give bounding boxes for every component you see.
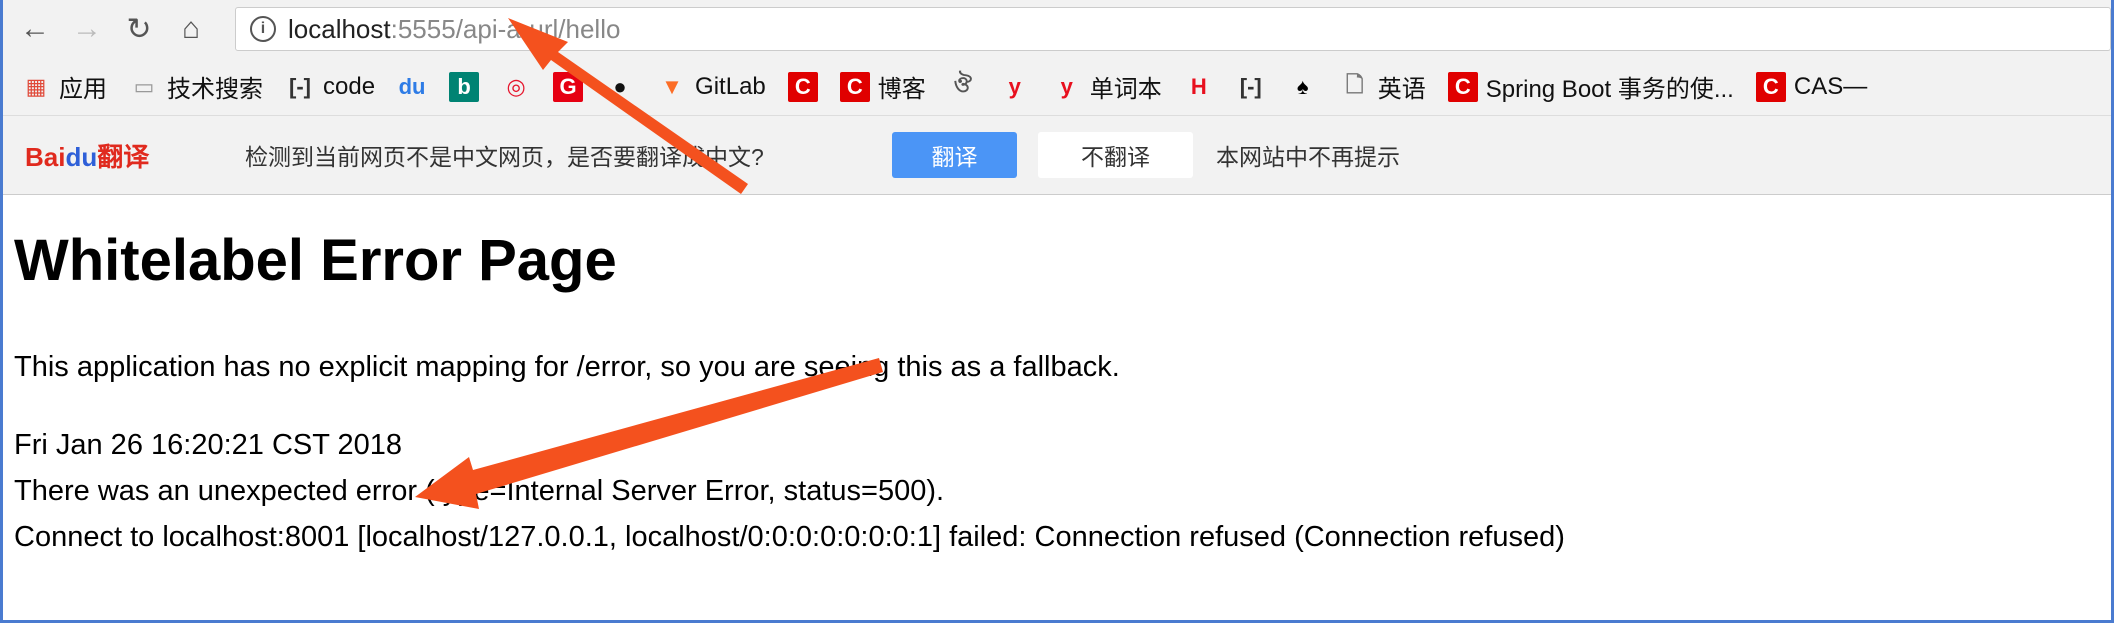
- bookmark-favicon-icon: du: [398, 73, 426, 99]
- never-prompt-link[interactable]: 本网站中不再提示: [1216, 138, 1400, 172]
- forward-icon[interactable]: →: [65, 7, 109, 51]
- bookmark-item[interactable]: ▼ GitLab: [657, 72, 766, 102]
- translate-button[interactable]: 翻译: [892, 132, 1017, 178]
- page-content: Whitelabel Error Page This application h…: [3, 195, 2111, 570]
- bookmark-item[interactable]: ▦ 应用: [21, 69, 107, 104]
- bookmark-favicon-icon: 🗋: [1345, 71, 1364, 97]
- bookmark-favicon-icon: b: [449, 71, 480, 102]
- bookmark-favicon-icon: y: [1008, 73, 1021, 99]
- address-bar[interactable]: i localhost:5555/api-a-url/hello: [235, 7, 2111, 51]
- bookmark-favicon-icon: [-]: [289, 73, 311, 99]
- bookmark-label: CAS—: [1793, 72, 1868, 100]
- bookmark-favicon-icon: ♠: [1296, 73, 1309, 99]
- home-icon[interactable]: ⌂: [169, 7, 213, 51]
- bookmark-label: 应用: [59, 76, 107, 103]
- bookmark-item[interactable]: H: [1184, 72, 1214, 102]
- bookmark-item[interactable]: b: [449, 71, 480, 102]
- baidu-translate-bar: Baidu翻译 检测到当前网页不是中文网页，是否要翻译成中文? 翻译 不翻译 本…: [3, 116, 2111, 195]
- bookmark-item[interactable]: ♠: [1288, 72, 1318, 102]
- bookmark-favicon-icon: [-]: [1239, 73, 1262, 99]
- browser-toolbar: ← → ↻ ⌂ i localhost:5555/api-a-url/hello: [3, 0, 2111, 58]
- bookmark-item[interactable]: C: [787, 71, 818, 102]
- bookmark-item[interactable]: ঔ: [948, 72, 978, 102]
- url-host: localhost: [288, 13, 391, 44]
- bookmark-favicon-icon: C: [787, 71, 818, 102]
- description: This application has no explicit mapping…: [14, 351, 1120, 383]
- bookmark-favicon-icon: H: [1190, 73, 1207, 99]
- bookmark-item[interactable]: C 博客: [839, 69, 926, 104]
- translate-message: 检测到当前网页不是中文网页，是否要翻译成中文?: [245, 144, 764, 170]
- bookmark-label: code: [323, 72, 376, 100]
- bookmark-item[interactable]: C Spring Boot 事务的使...: [1447, 69, 1734, 104]
- bookmark-favicon-icon: G: [553, 71, 584, 102]
- no-translate-button[interactable]: 不翻译: [1038, 132, 1193, 178]
- back-icon[interactable]: ←: [13, 7, 57, 51]
- bookmark-item[interactable]: y 单词本: [1052, 69, 1162, 104]
- bookmark-item[interactable]: C CAS—: [1755, 71, 1868, 102]
- info-icon[interactable]: i: [250, 16, 276, 42]
- url-path: :5555/api-a-url/hello: [390, 13, 621, 44]
- bookmark-label: Spring Boot 事务的使...: [1485, 76, 1734, 103]
- timestamp: Fri Jan 26 16:20:21 CST 2018: [14, 429, 402, 461]
- bookmark-item[interactable]: du: [397, 72, 427, 102]
- bookmark-favicon-icon: C: [839, 71, 870, 102]
- bookmark-item[interactable]: [-]: [1236, 72, 1266, 102]
- bookmark-item[interactable]: ▭ 技术搜索: [129, 69, 263, 104]
- bookmark-label: 英语: [1377, 76, 1426, 103]
- bookmark-favicon-icon: y: [1060, 73, 1073, 99]
- bookmark-favicon-icon: ঔ: [953, 72, 972, 97]
- bookmark-label: 单词本: [1089, 76, 1162, 103]
- bookmark-favicon-icon: ◎: [506, 73, 526, 99]
- error-detail: Connect to localhost:8001 [localhost/127…: [14, 521, 1565, 553]
- bookmark-favicon-icon: ▼: [661, 73, 683, 99]
- page-title: Whitelabel Error Page: [14, 228, 617, 293]
- bookmark-label: 博客: [877, 76, 926, 103]
- reload-icon[interactable]: ↻: [117, 7, 161, 51]
- bookmark-label: GitLab: [695, 72, 766, 100]
- bookmark-label: 技术搜索: [167, 76, 263, 103]
- baidu-translate-logo: Baidu翻译: [25, 141, 150, 172]
- bookmark-favicon-icon: ▦: [25, 73, 47, 99]
- bookmark-item[interactable]: ◎: [501, 72, 531, 102]
- bookmark-item[interactable]: y: [1000, 72, 1030, 102]
- bookmark-favicon-icon: C: [1447, 71, 1478, 102]
- bookmark-favicon-icon: ▭: [133, 73, 155, 99]
- bookmarks-bar: ▦ 应用 ▭ 技术搜索 [-] code du b ◎ G ● ▼ GitLab C C 博客 ঔ y y 单词本 H[…: [3, 58, 2111, 116]
- bookmark-favicon-icon: ●: [613, 73, 627, 99]
- bookmark-item[interactable]: G: [553, 71, 584, 102]
- bookmark-item[interactable]: ●: [605, 72, 635, 102]
- error-message: There was an unexpected error (type=Inte…: [14, 475, 945, 507]
- bookmark-item[interactable]: [-] code: [285, 72, 375, 102]
- bookmark-item[interactable]: 🗋 英语: [1340, 69, 1426, 104]
- bookmark-favicon-icon: C: [1755, 71, 1786, 102]
